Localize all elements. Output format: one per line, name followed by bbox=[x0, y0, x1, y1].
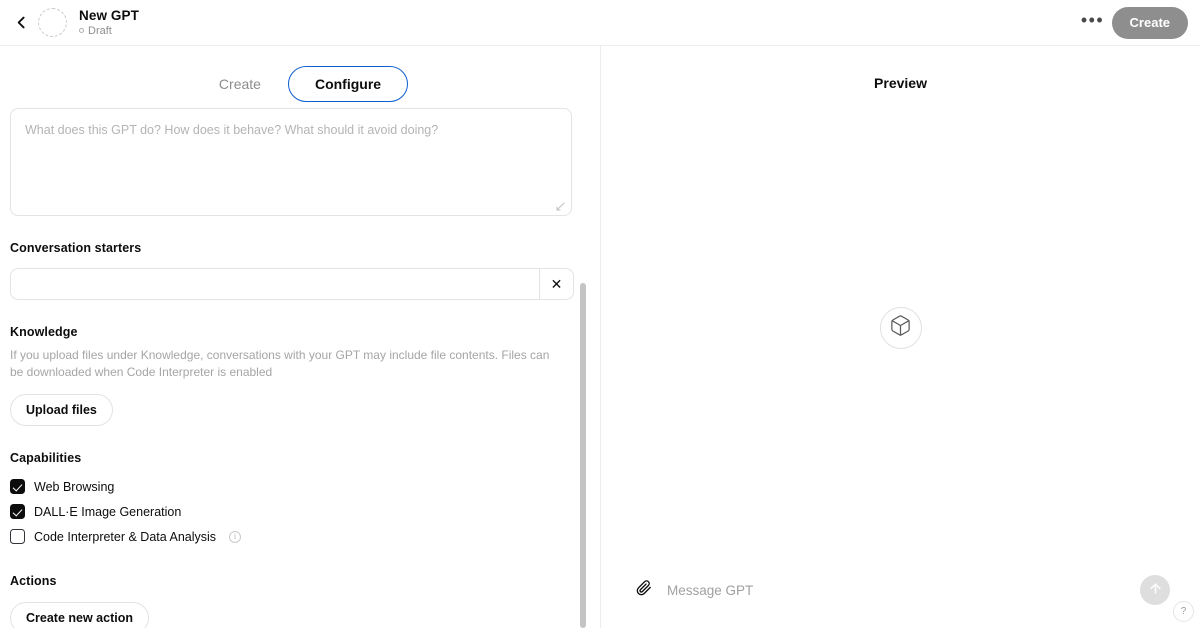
gpt-builder-page: New GPT Draft ••• Create Create Configur… bbox=[0, 0, 1200, 628]
conversation-starter-input[interactable] bbox=[10, 268, 539, 300]
title-block: New GPT Draft bbox=[79, 8, 139, 38]
instructions-placeholder: What does this GPT do? How does it behav… bbox=[25, 123, 439, 137]
configure-form: What does this GPT do? How does it behav… bbox=[0, 108, 600, 628]
chevron-left-icon bbox=[13, 14, 30, 31]
panel-tabs: Create Configure bbox=[0, 46, 600, 108]
arrow-up-icon bbox=[1148, 581, 1163, 599]
attach-file-button[interactable] bbox=[633, 579, 655, 601]
status-dot-icon bbox=[79, 28, 84, 33]
composer-box[interactable] bbox=[623, 568, 1178, 612]
knowledge-description: If you upload files under Knowledge, con… bbox=[10, 348, 550, 379]
configure-scrollbar-thumb[interactable] bbox=[580, 283, 586, 628]
back-button[interactable] bbox=[6, 8, 36, 38]
tab-configure[interactable]: Configure bbox=[287, 66, 409, 102]
message-input[interactable] bbox=[665, 581, 1130, 599]
tab-create[interactable]: Create bbox=[192, 66, 288, 102]
capabilities-title: Capabilities bbox=[10, 451, 82, 465]
conversation-starter-row: ✕ bbox=[10, 268, 574, 300]
cube-icon bbox=[889, 314, 912, 342]
preview-title: Preview bbox=[874, 75, 927, 91]
paperclip-icon bbox=[636, 579, 652, 601]
actions-title: Actions bbox=[10, 574, 57, 588]
preview-placeholder-avatar bbox=[879, 307, 922, 349]
capabilities-list: Web Browsing DALL·E Image Generation Cod… bbox=[10, 474, 590, 549]
avatar[interactable] bbox=[38, 8, 67, 37]
capabilities-section: Capabilities Web Browsing DALL·E Image G… bbox=[10, 450, 590, 549]
remove-conversation-starter-button[interactable]: ✕ bbox=[539, 268, 574, 300]
conversation-starters-title: Conversation starters bbox=[10, 241, 142, 255]
capability-row[interactable]: Code Interpreter & Data Analysis i bbox=[10, 524, 590, 549]
page-title: New GPT bbox=[79, 7, 139, 23]
preview-empty-state bbox=[601, 108, 1200, 548]
preview-header: Preview bbox=[601, 46, 1200, 108]
capability-label: Web Browsing bbox=[34, 479, 115, 494]
status-label: Draft bbox=[88, 24, 112, 37]
configure-panel: Create Configure What does this GPT do? … bbox=[0, 46, 600, 628]
upload-files-button[interactable]: Upload files bbox=[10, 394, 113, 426]
top-bar: New GPT Draft ••• Create bbox=[0, 0, 1200, 46]
help-button[interactable]: ? bbox=[1173, 601, 1194, 622]
instructions-field[interactable]: What does this GPT do? How does it behav… bbox=[10, 108, 572, 216]
create-button[interactable]: Create bbox=[1111, 6, 1188, 39]
knowledge-title: Knowledge bbox=[10, 325, 78, 339]
create-new-action-button[interactable]: Create new action bbox=[10, 602, 149, 628]
top-bar-actions: ••• Create bbox=[1078, 6, 1188, 39]
checkbox-dalle-image-generation[interactable] bbox=[10, 504, 25, 519]
capability-row[interactable]: Web Browsing bbox=[10, 474, 590, 499]
more-options-button[interactable]: ••• bbox=[1078, 8, 1108, 38]
resize-handle-icon[interactable] bbox=[554, 199, 566, 211]
capability-label: DALL·E Image Generation bbox=[34, 504, 182, 519]
capability-label: Code Interpreter & Data Analysis bbox=[34, 529, 217, 544]
checkbox-web-browsing[interactable] bbox=[10, 479, 25, 494]
checkbox-code-interpreter[interactable] bbox=[10, 529, 25, 544]
send-message-button[interactable] bbox=[1140, 575, 1170, 605]
preview-panel: Preview Message GPT ? bbox=[601, 46, 1200, 628]
message-composer bbox=[601, 568, 1200, 612]
knowledge-section: Knowledge If you upload files under Know… bbox=[10, 324, 590, 426]
conversation-starters-section: Conversation starters ✕ bbox=[10, 240, 590, 300]
status-badge: Draft bbox=[79, 24, 139, 38]
capability-row[interactable]: DALL·E Image Generation bbox=[10, 499, 590, 524]
actions-section: Actions Create new action bbox=[10, 573, 590, 628]
info-icon[interactable]: i bbox=[229, 530, 242, 543]
